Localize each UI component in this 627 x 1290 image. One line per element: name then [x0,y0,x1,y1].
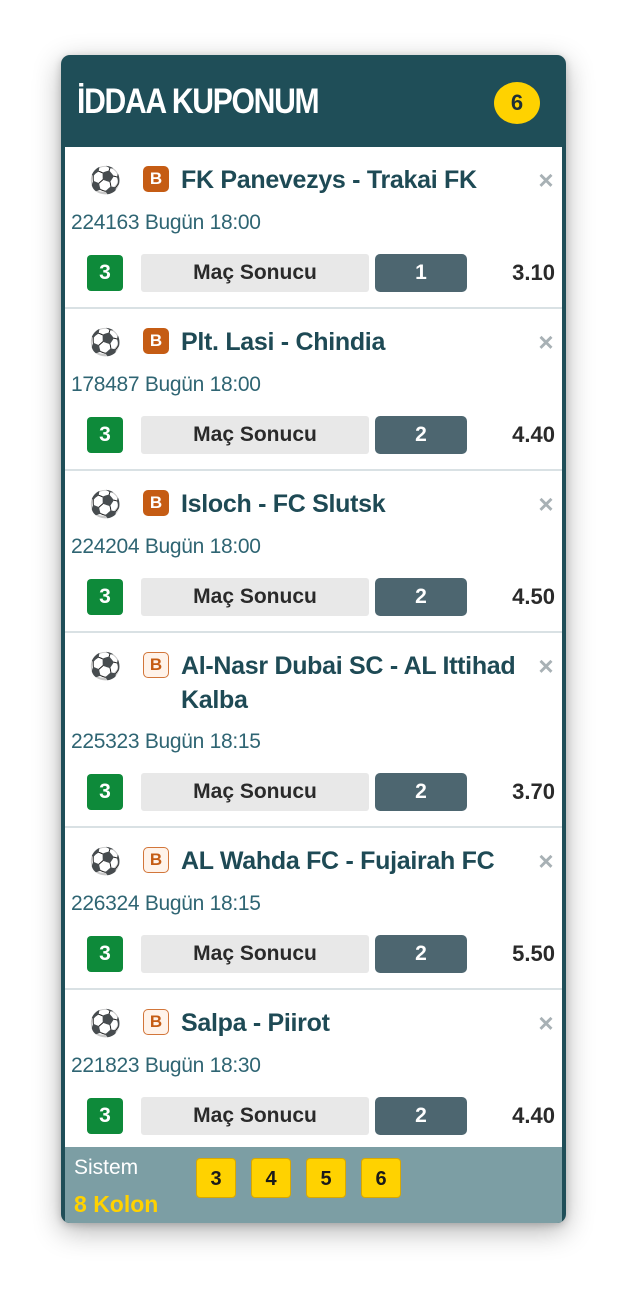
match-code: 224163 [71,211,140,234]
match-info: 224204 Bugün 18:00 [71,534,261,560]
match-time: 18:30 [209,1054,261,1077]
match-name[interactable]: Al-Nasr Dubai SC - AL Ittihad Kalba [181,649,531,717]
iddaa-coupon: İDDAA KUPONUM 6 ⚽ B FK Panevezys - Traka… [61,55,566,1223]
bet-type-label: Maç Sonucu [141,1097,369,1135]
match-name[interactable]: Isloch - FC Slutsk [181,487,531,521]
soccer-ball-icon: ⚽ [89,1008,122,1038]
close-icon[interactable]: × [535,848,557,874]
bet-source-badge: B [143,490,169,516]
match-day: Bugün [144,535,205,558]
bet-source-badge: B [143,328,169,354]
match-code: 225323 [71,730,140,753]
match-time: 18:15 [209,892,261,915]
bet-type-label: Maç Sonucu [141,416,369,454]
match-info: 226324 Bugün 18:15 [71,891,261,917]
match-info: 224163 Bugün 18:00 [71,210,261,236]
match-name[interactable]: FK Panevezys - Trakai FK [181,163,531,197]
match-item: ⚽ B FK Panevezys - Trakai FK × 224163 Bu… [65,147,562,309]
match-day: Bugün [144,730,205,753]
system-label: Sistem [74,1156,139,1179]
match-time: 18:00 [209,535,261,558]
system-footer: Sistem 8 Kolon 3 4 5 6 [65,1147,562,1223]
close-icon[interactable]: × [535,491,557,517]
soccer-ball-icon: ⚽ [89,327,122,357]
mbs-badge: 3 [87,936,123,972]
mbs-badge: 3 [87,417,123,453]
selection-pill[interactable]: 1 [375,254,467,292]
match-list: ⚽ B FK Panevezys - Trakai FK × 224163 Bu… [65,147,562,1148]
mbs-badge: 3 [87,1098,123,1134]
bet-type-label: Maç Sonucu [141,773,369,811]
close-icon[interactable]: × [535,653,557,679]
match-item: ⚽ B Salpa - Piirot × 221823 Bugün 18:30 … [65,990,562,1148]
close-icon[interactable]: × [535,167,557,193]
system-option-button[interactable]: 4 [251,1158,291,1198]
kolon-summary: 8 Kolon [74,1191,158,1217]
bet-source-badge: B [143,166,169,192]
match-time: 18:15 [209,730,261,753]
coupon-header: İDDAA KUPONUM 6 [61,55,566,147]
match-time: 18:00 [209,373,261,396]
bet-source-badge: B [143,652,169,678]
selection-pill[interactable]: 2 [375,773,467,811]
match-day: Bugün [144,1054,205,1077]
odds-value: 3.10 [512,260,555,285]
system-option-button[interactable]: 3 [196,1158,236,1198]
soccer-ball-icon: ⚽ [89,165,122,195]
mbs-badge: 3 [87,774,123,810]
kolon-label: Kolon [93,1191,159,1217]
kolon-count: 8 [74,1191,87,1217]
coupon-title: İDDAA KUPONUM [77,82,320,121]
match-info: 221823 Bugün 18:30 [71,1053,261,1079]
bet-type-label: Maç Sonucu [141,578,369,616]
match-info: 225323 Bugün 18:15 [71,729,261,755]
bet-source-badge: B [143,1009,169,1035]
odds-value: 3.70 [512,779,555,804]
odds-value: 4.40 [512,1103,555,1128]
bet-type-label: Maç Sonucu [141,254,369,292]
match-code: 224204 [71,535,140,558]
match-info: 178487 Bugün 18:00 [71,372,261,398]
match-item: ⚽ B AL Wahda FC - Fujairah FC × 226324 B… [65,828,562,990]
match-day: Bugün [144,892,205,915]
selection-pill[interactable]: 2 [375,935,467,973]
system-option-button[interactable]: 5 [306,1158,346,1198]
match-name[interactable]: AL Wahda FC - Fujairah FC [181,844,531,878]
match-item: ⚽ B Isloch - FC Slutsk × 224204 Bugün 18… [65,471,562,633]
match-code: 221823 [71,1054,140,1077]
odds-value: 4.50 [512,584,555,609]
soccer-ball-icon: ⚽ [89,651,122,681]
match-day: Bugün [144,373,205,396]
mbs-badge: 3 [87,579,123,615]
odds-value: 5.50 [512,941,555,966]
system-option-button[interactable]: 6 [361,1158,401,1198]
match-day: Bugün [144,211,205,234]
bet-source-badge: B [143,847,169,873]
soccer-ball-icon: ⚽ [89,489,122,519]
match-name[interactable]: Plt. Lasi - Chindia [181,325,531,359]
match-code: 226324 [71,892,140,915]
bet-type-label: Maç Sonucu [141,935,369,973]
selection-pill[interactable]: 2 [375,416,467,454]
match-count-badge: 6 [494,82,540,124]
match-code: 178487 [71,373,140,396]
selection-pill[interactable]: 2 [375,1097,467,1135]
close-icon[interactable]: × [535,329,557,355]
match-item: ⚽ B Plt. Lasi - Chindia × 178487 Bugün 1… [65,309,562,471]
mbs-badge: 3 [87,255,123,291]
match-time: 18:00 [209,211,261,234]
soccer-ball-icon: ⚽ [89,846,122,876]
selection-pill[interactable]: 2 [375,578,467,616]
match-item: ⚽ B Al-Nasr Dubai SC - AL Ittihad Kalba … [65,633,562,828]
odds-value: 4.40 [512,422,555,447]
match-name[interactable]: Salpa - Piirot [181,1006,531,1040]
close-icon[interactable]: × [535,1010,557,1036]
